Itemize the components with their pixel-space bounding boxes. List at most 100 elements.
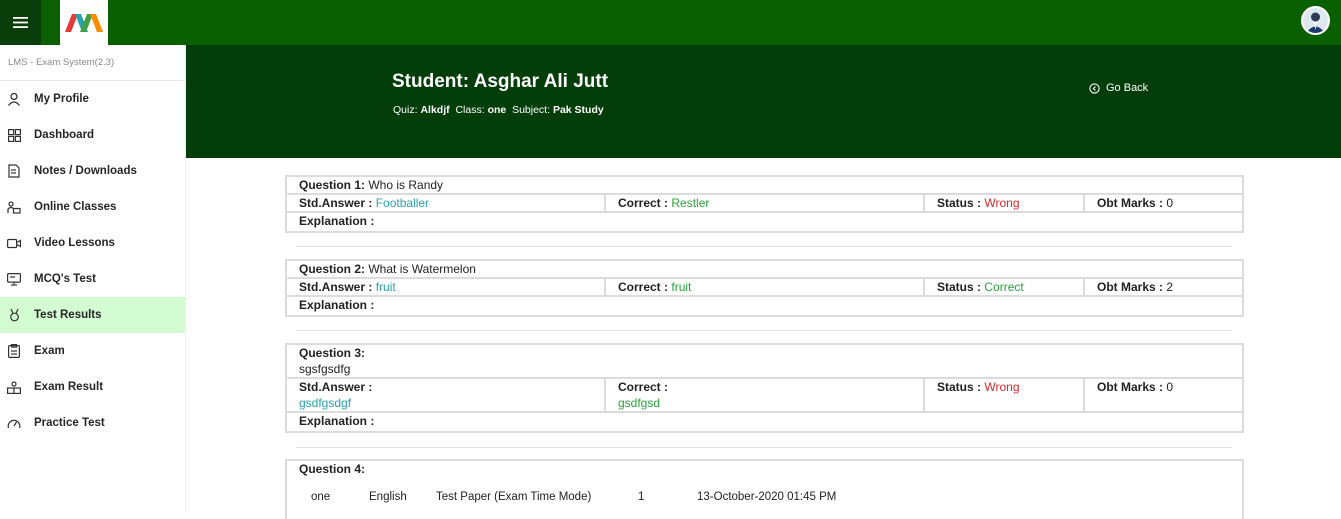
exam-class: one [311,491,331,503]
std-answer-label: Std.Answer : [299,196,373,210]
explanation-label: Explanation : [299,298,375,312]
correct-label: Correct : [618,380,669,394]
correct-label: Correct : [618,196,669,210]
sidebar-item-video-lessons[interactable]: Video Lessons [0,225,185,261]
answer-row: Std.Answer : gsdfgsdgf Correct : gsdfgsd S… [287,379,1242,413]
exam-datetime: 13-October-2020 01:45 PM [697,491,837,503]
explanation-label: Explanation : [299,214,375,228]
question-label: Question 4: [299,462,366,476]
question-label: Question 3: [299,346,366,360]
question-text: sgsfgsdfg [299,362,351,376]
sidebar-item-exam-result[interactable]: Exam Result [0,369,185,405]
sidebar-item-exam[interactable]: Exam [0,333,185,369]
std-answer-value: gsdfgsdgf [299,396,352,410]
std-answer-label: Std.Answer : [299,280,373,294]
class-value: one [487,104,507,116]
question-label: Question 1: [299,178,366,192]
correct-value: Restler [671,196,710,210]
video-icon [7,236,21,250]
correct-label: Correct : [618,280,669,294]
explanation-row: Explanation : [287,413,1242,431]
answer-row: Std.Answer : Footballer Correct : Restle… [287,195,1242,213]
quiz-value: Alkdjf [420,104,450,116]
hamburger-icon [13,17,28,28]
subject-label: Subject: [512,104,551,116]
sidebar-item-online-classes[interactable]: Online Classes [0,189,185,225]
sidebar-item-my-profile[interactable]: My Profile [0,81,185,117]
question-card-2: Question 2: What is Watermelon Std.Answe… [285,259,1244,317]
gauge-icon [7,416,21,430]
sidebar-item-label: MCQ's Test [34,273,96,285]
user-avatar[interactable] [1301,6,1330,35]
status-label: Status : [937,280,982,294]
obt-marks-label: Obt Marks : [1097,380,1164,394]
question-row: Question 1: Who is Randy [287,177,1242,195]
sidebar-item-label: Exam Result [34,381,104,393]
go-back-label: Go Back [1106,82,1149,94]
grid-icon [7,128,21,142]
quiz-label: Quiz: [393,104,418,116]
explanation-label: Explanation : [299,414,375,428]
question-row: Question 4: [287,461,1242,479]
obt-marks-value: 0 [1166,380,1174,394]
std-answer-label: Std.Answer : [299,380,373,394]
question-text: Who is Randy [368,178,444,192]
question-row: Question 2: What is Watermelon [287,261,1242,279]
subject-value: Pak Study [552,104,604,116]
status-label: Status : [937,380,982,394]
exam-count: 1 [638,491,645,503]
exam-info-row: one English Test Paper (Exam Time Mode) … [311,491,836,503]
question-card-3: Question 3: sgsfgsdfg Std.Answer : gsdfgs… [285,343,1244,433]
sidebar-item-mcqs-test[interactable]: MCQ's Test [0,261,185,297]
correct-value: fruit [671,280,692,294]
exam-type: Test Paper (Exam Time Mode) [436,491,592,503]
sidebar-item-label: Online Classes [34,201,117,213]
std-answer-value: fruit [375,280,396,294]
divider [296,447,1232,448]
top-bar [0,0,1341,45]
question-card-1: Question 1: Who is Randy Std.Answer : Fo… [285,175,1244,233]
obt-marks-label: Obt Marks : [1097,196,1164,210]
sidebar-item-label: Test Results [34,309,102,321]
circle-arrow-icon [1089,82,1100,94]
result-header: Student: Asghar Ali Jutt Quiz: Alkdjf Cl… [186,45,1341,158]
std-answer-value: Footballer [375,196,430,210]
question-text: What is Watermelon [368,262,476,276]
sidebar-item-dashboard[interactable]: Dashboard [0,117,185,153]
class-label: Class: [455,104,485,116]
obt-marks-value: 2 [1166,280,1174,294]
divider [296,246,1232,247]
document-icon [7,164,21,178]
app-version: LMS - Exam System(2.3) [0,45,185,81]
obt-marks-value: 0 [1166,196,1174,210]
user-icon [7,92,21,106]
obt-marks-label: Obt Marks : [1097,280,1164,294]
status-value: Correct [984,280,1024,294]
app-logo[interactable] [60,0,108,45]
explanation-row: Explanation : [287,213,1242,231]
logo-m-icon [65,13,103,32]
status-label: Status : [937,196,982,210]
user-avatar-icon [1303,8,1328,33]
sidebar-item-test-results[interactable]: Test Results [0,297,185,333]
divider [296,330,1232,331]
go-back-button[interactable]: Go Back [1089,82,1148,94]
status-value: Wrong [984,380,1020,394]
quiz-meta: Quiz: Alkdjf Class: one Subject: Pak Stu… [393,104,604,116]
sidebar-item-label: Exam [34,345,65,357]
award-icon [7,308,21,322]
sidebar-item-label: My Profile [34,93,89,105]
sidebar-item-practice-test[interactable]: Practice Test [0,405,185,441]
correct-value: gsdfgsd [618,396,661,410]
classes-icon [7,200,21,214]
sidebar-item-label: Video Lessons [34,237,115,249]
hamburger-menu-button[interactable] [0,0,41,45]
answer-row: Std.Answer : fruit Correct : fruit Statu… [287,279,1242,297]
status-value: Wrong [984,196,1020,210]
explanation-row: Explanation : [287,297,1242,315]
sidebar: LMS - Exam System(2.3) My Profile Dashbo… [0,45,186,512]
result-icon [7,380,21,394]
question-row: Question 3: sgsfgsdfg [287,345,1242,379]
sidebar-item-notes-downloads[interactable]: Notes / Downloads [0,153,185,189]
student-name: Student: Asghar Ali Jutt [392,71,609,92]
